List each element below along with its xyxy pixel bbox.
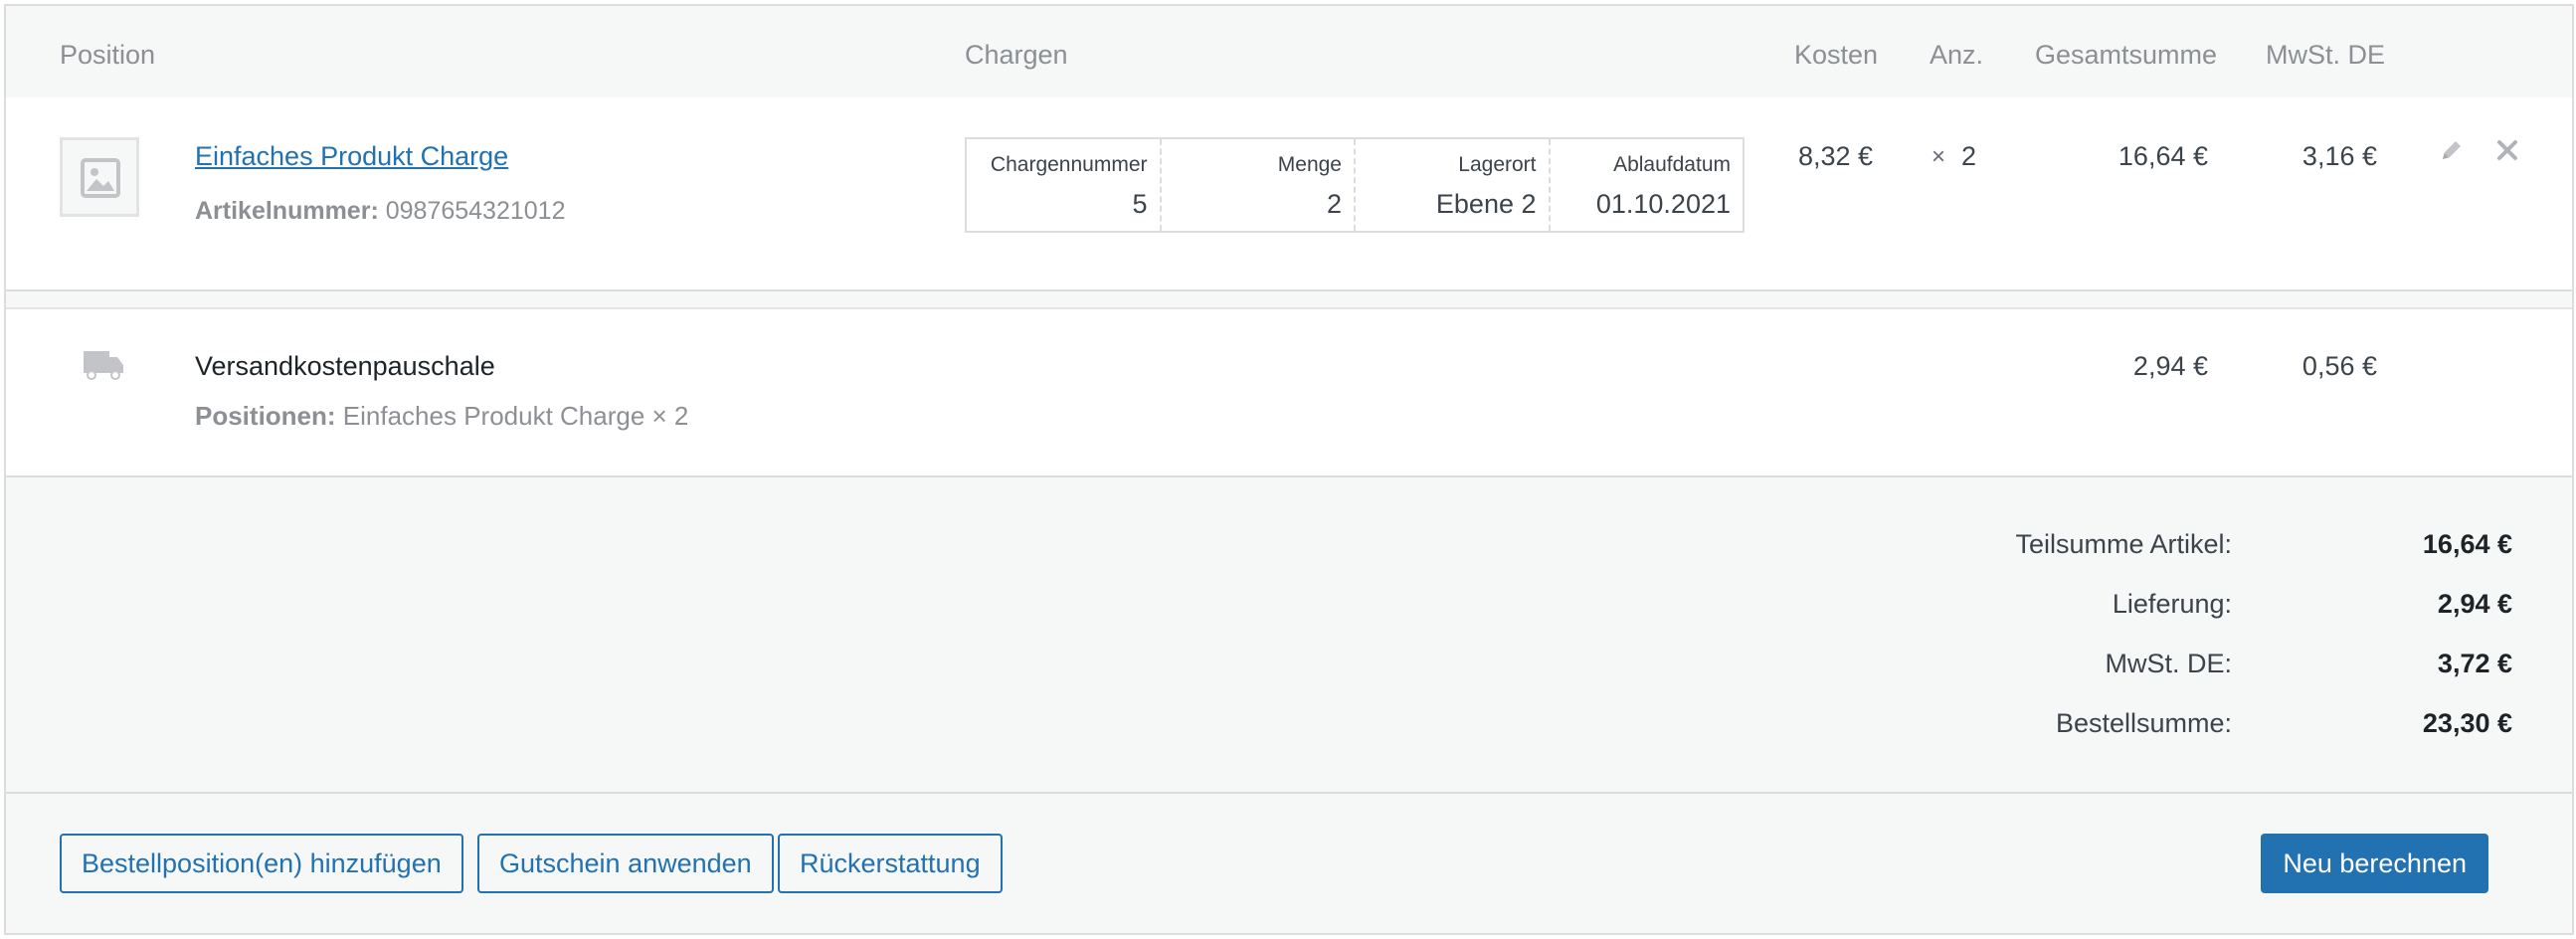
batch-location-label: Lagerort [1458, 153, 1537, 176]
quantity-multiplier: × [1932, 143, 1946, 170]
footer-divider [6, 792, 2572, 794]
batch-quantity-label: Menge [1277, 153, 1342, 176]
shipping-items-label: Positionen: [195, 401, 336, 431]
product-link[interactable]: Einfaches Produkt Charge [195, 141, 508, 172]
truck-icon [82, 347, 125, 388]
column-mwst: MwSt. DE [2266, 40, 2386, 70]
batch-quantity-value: 2 [1326, 189, 1342, 219]
batch-number-label: Chargennummer [990, 153, 1148, 176]
shipping-tax: 0,56 € [2301, 351, 2377, 381]
shipping-items-value: Einfaches Produkt Charge × 2 [342, 401, 689, 431]
close-icon[interactable] [2494, 137, 2520, 171]
batch-location-value: Ebene 2 [1435, 189, 1537, 219]
order-total-value: 23,30 € [2422, 708, 2512, 738]
batch-number-cell: Chargennummer 5 [967, 139, 1162, 231]
subtotal-label: Teilsumme Artikel: [2015, 529, 2232, 559]
sku-label: Artikelnummer: [195, 197, 379, 225]
column-anzahl: Anz. [1930, 40, 1984, 70]
batch-quantity-cell: Menge 2 [1162, 139, 1356, 231]
apply-coupon-button[interactable]: Gutschein anwenden [477, 834, 774, 893]
shipping-total: 2,94 € [2132, 351, 2208, 381]
refund-button[interactable]: Rückerstattung [778, 834, 1003, 893]
item-cost: 8,32 € [1798, 141, 1874, 171]
batch-number-value: 5 [1132, 189, 1148, 219]
row-separator [6, 291, 2572, 307]
shipping-method-name: Versandkostenpauschale [195, 351, 495, 381]
recalculate-button[interactable]: Neu berechnen [2261, 834, 2488, 893]
column-chargen: Chargen [965, 40, 1068, 70]
batch-expiry-label: Ablaufdatum [1613, 153, 1731, 176]
sku-value: 0987654321012 [385, 197, 566, 225]
items-table-header: Position Chargen Kosten Anz. Gesamtsumme… [6, 6, 2572, 97]
order-items-panel: Position Chargen Kosten Anz. Gesamtsumme… [4, 4, 2574, 935]
image-placeholder-icon [60, 137, 139, 217]
batch-table: Chargennummer 5 Menge 2 Lagerort Ebene 2… [965, 137, 1745, 233]
shipping-items: Positionen: Einfaches Produkt Charge × 2 [195, 401, 688, 432]
line-item-row: Einfaches Produkt Charge Artikelnummer: … [6, 97, 2572, 291]
item-quantity: 2 [1961, 141, 1977, 171]
item-total: 16,64 € [2117, 141, 2208, 171]
column-position: Position [60, 40, 156, 70]
column-kosten: Kosten [1794, 40, 1879, 70]
subtotal-value: 16,64 € [2422, 529, 2512, 559]
column-gesamtsumme: Gesamtsumme [2035, 40, 2218, 70]
order-total-label: Bestellsumme: [2055, 708, 2232, 738]
shipping-row: Versandkostenpauschale Positionen: Einfa… [6, 307, 2572, 477]
add-items-button[interactable]: Bestellposition(en) hinzufügen [60, 834, 463, 893]
pencil-icon[interactable] [2439, 137, 2465, 171]
shipping-total-label: Lieferung: [2112, 589, 2232, 619]
tax-total-value: 3,72 € [2437, 649, 2512, 678]
shipping-total-value: 2,94 € [2437, 589, 2512, 619]
item-tax: 3,16 € [2301, 141, 2377, 171]
product-sku: Artikelnummer: 0987654321012 [195, 197, 565, 226]
batch-expiry-value: 01.10.2021 [1595, 189, 1731, 219]
batch-location-cell: Lagerort Ebene 2 [1356, 139, 1551, 231]
batch-expiry-cell: Ablaufdatum 01.10.2021 [1551, 139, 1744, 231]
tax-total-label: MwSt. DE: [2105, 649, 2232, 678]
